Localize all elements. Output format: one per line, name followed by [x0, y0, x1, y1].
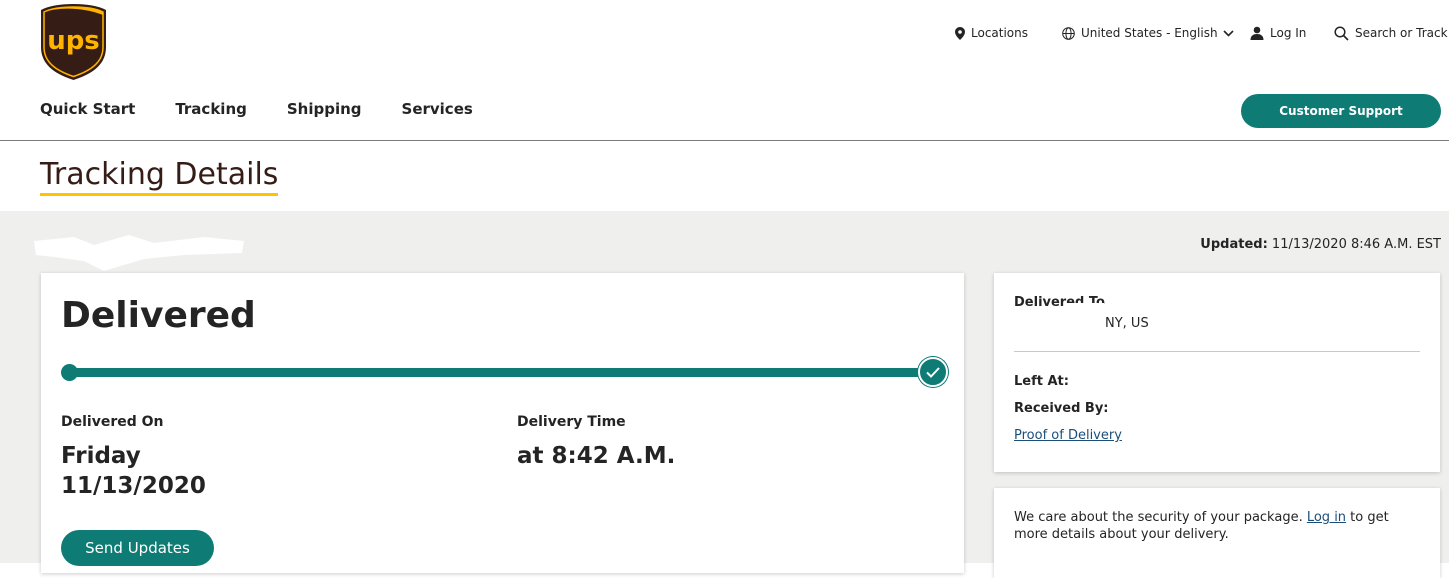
customer-support-button[interactable]: Customer Support [1241, 94, 1441, 128]
login-label: Log In [1270, 26, 1307, 40]
checkmark-icon [926, 366, 940, 378]
security-login-link[interactable]: Log in [1307, 510, 1346, 525]
security-notice: We care about the security of your packa… [1014, 509, 1424, 543]
delivery-status-title: Delivered [61, 295, 256, 336]
left-at-label: Left At: [1014, 374, 1069, 389]
redacted-tracking-number [34, 235, 244, 271]
ups-logo[interactable]: ups [40, 3, 107, 81]
chevron-down-icon [1222, 29, 1234, 37]
search-label: Search or Track [1355, 26, 1448, 40]
last-updated: Updated: 11/13/2020 8:46 A.M. EST [1200, 237, 1441, 252]
delivered-date: 11/13/2020 [61, 473, 206, 499]
progress-start-dot [61, 364, 78, 381]
nav-shipping[interactable]: Shipping [287, 100, 362, 118]
updated-value: 11/13/2020 8:46 A.M. EST [1271, 237, 1441, 252]
redaction-mark [1064, 303, 1104, 313]
search-or-track-link[interactable]: Search or Track [1334, 24, 1448, 42]
language-label: United States - English [1081, 26, 1218, 40]
delivery-progress-bar [69, 368, 932, 377]
language-selector[interactable]: United States - English [1062, 24, 1240, 42]
security-text-before: We care about the security of your packa… [1014, 510, 1307, 525]
delivery-address: NY, US [1105, 316, 1149, 331]
nav-quick-start[interactable]: Quick Start [40, 100, 135, 118]
user-icon [1250, 26, 1264, 40]
globe-icon [1062, 26, 1075, 40]
svg-text:ups: ups [47, 26, 100, 56]
login-link[interactable]: Log In [1250, 24, 1306, 42]
divider [1014, 351, 1420, 352]
site-header: ups Locations United States - English Lo… [0, 0, 1449, 141]
delivered-on-label: Delivered On [61, 414, 164, 430]
main-navigation: Quick Start Tracking Shipping Services [40, 100, 473, 118]
redaction-mark [994, 317, 1104, 333]
search-icon [1334, 25, 1349, 41]
delivery-time-label: Delivery Time [517, 414, 626, 430]
proof-of-delivery-link[interactable]: Proof of Delivery [1014, 428, 1122, 443]
nav-services[interactable]: Services [402, 100, 473, 118]
page-title: Tracking Details [40, 158, 279, 196]
security-notice-card: We care about the security of your packa… [994, 488, 1440, 578]
delivery-time: at 8:42 A.M. [517, 443, 676, 469]
send-updates-button[interactable]: Send Updates [61, 530, 214, 566]
delivery-details-card: Delivered To NY, US Left At: Received By… [994, 273, 1440, 472]
locations-link[interactable]: Locations [955, 24, 1028, 42]
locations-label: Locations [971, 26, 1029, 40]
updated-label: Updated: [1200, 237, 1268, 252]
progress-fill [69, 368, 932, 377]
progress-complete-marker [918, 357, 948, 387]
received-by-label: Received By: [1014, 401, 1109, 416]
nav-tracking[interactable]: Tracking [175, 100, 247, 118]
delivery-status-card: Delivered Delivered On Friday 11/13/2020… [41, 273, 964, 573]
map-pin-icon [955, 26, 965, 40]
delivered-day: Friday [61, 443, 141, 469]
